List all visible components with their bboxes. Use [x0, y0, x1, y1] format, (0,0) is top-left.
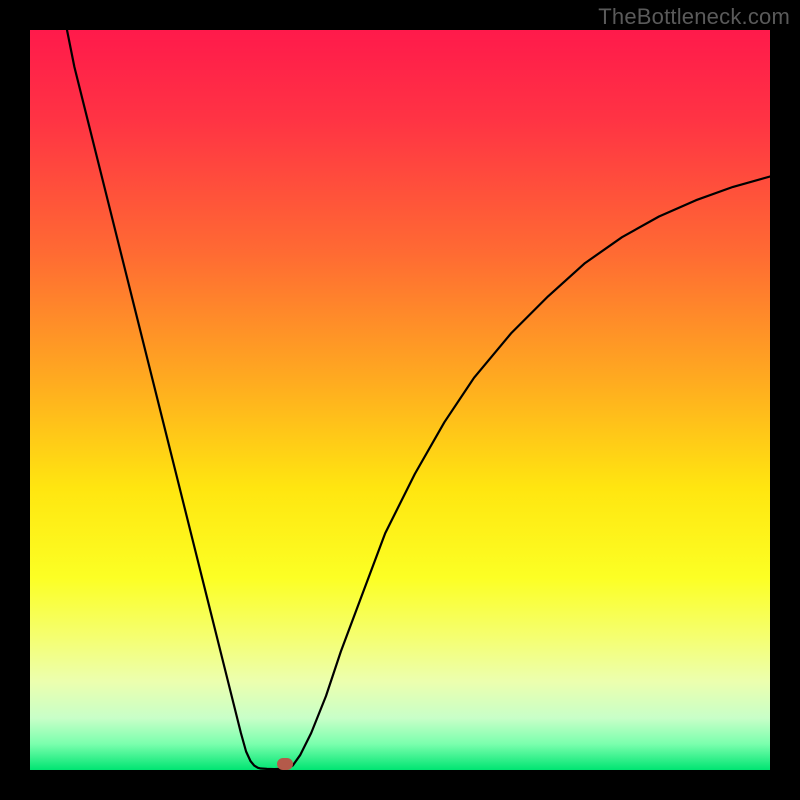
- watermark-text: TheBottleneck.com: [598, 4, 790, 30]
- bottleneck-marker: [277, 758, 293, 770]
- background-gradient: [30, 30, 770, 770]
- chart-frame: TheBottleneck.com: [0, 0, 800, 800]
- plot-area: [30, 30, 770, 770]
